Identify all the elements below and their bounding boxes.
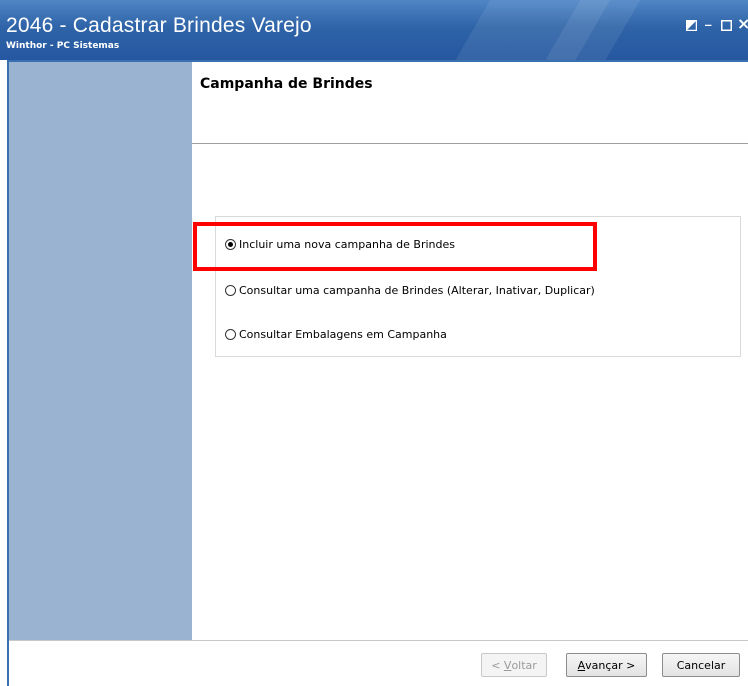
option-consultar-embalagens[interactable]: Consultar Embalagens em Campanha [225,325,447,343]
back-button[interactable]: < Voltar [481,653,547,677]
radio-unchecked-icon[interactable] [225,328,236,340]
restore-icon[interactable] [686,17,697,31]
next-mnemonic: A [577,658,586,672]
option-consultar-campanha[interactable]: Consultar uma campanha de Brindes (Alter… [225,281,595,299]
back-label: oltar [511,658,537,672]
page-title: Campanha de Brindes [200,76,373,92]
cancel-button[interactable]: Cancelar [662,653,740,677]
next-label: vançar [585,658,623,672]
next-suffix: > [622,658,636,672]
highlight-annotation [193,222,597,271]
maximize-icon[interactable] [721,17,732,31]
next-button[interactable]: Avançar > [566,653,647,677]
footer-divider [9,640,748,641]
header-divider [192,143,748,144]
back-prefix: < [491,658,504,672]
wizard-sidebar [9,62,192,640]
window-subtitle: Winthor - PC Sistemas [6,41,120,51]
title-bar[interactable]: 2046 - Cadastrar Brindes Varejo Winthor … [0,0,748,60]
minimize-icon[interactable]: _ [705,12,712,27]
close-icon[interactable]: × [737,14,748,33]
window-title: 2046 - Cadastrar Brindes Varejo [6,14,312,37]
option-label: Consultar Embalagens em Campanha [239,327,447,341]
radio-unchecked-icon[interactable] [225,284,236,296]
back-mnemonic: V [503,658,512,672]
option-label: Consultar uma campanha de Brindes (Alter… [239,283,595,297]
